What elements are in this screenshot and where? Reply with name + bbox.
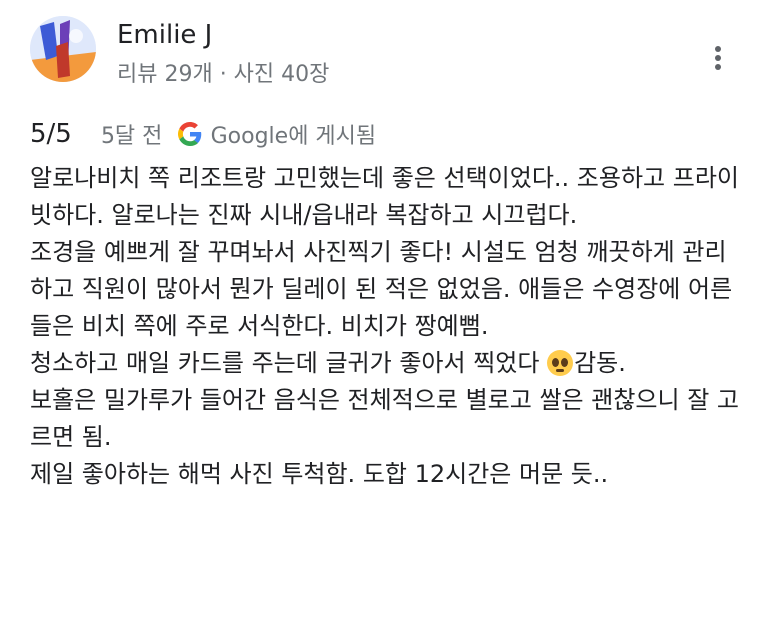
avatar-photo	[30, 16, 96, 82]
review-paragraph-part: 감동.	[574, 349, 626, 377]
review-paragraph: 조경을 예쁘게 잘 꾸며놔서 사진찍기 좋다! 시설도 엄청 깨끗하게 관리하고…	[30, 238, 733, 340]
review-paragraph: 보홀은 밀가루가 들어간 음식은 전체적으로 별로고 쌀은 괜찮으니 잘 고르면…	[30, 386, 739, 451]
more-vert-icon[interactable]	[708, 40, 728, 76]
review-paragraph: 제일 좋아하는 해먹 사진 투척함. 도합 12시간은 머문 듯..	[30, 460, 609, 488]
review-paragraph: 알로나비치 쪽 리조트랑 고민했는데 좋은 선택이었다.. 조용하고 프라이빗하…	[30, 164, 739, 229]
review-source: Google에 게시됨	[210, 124, 377, 149]
pleading-face-emoji	[547, 350, 574, 376]
review-meta-row: 5/5 5달 전 Google에 게시됨	[30, 118, 376, 154]
reviewer-stats: 리뷰 29개 · 사진 40장	[117, 62, 330, 87]
review-header: Emilie J 리뷰 29개 · 사진 40장	[30, 16, 740, 87]
review-text: 알로나비치 쪽 리조트랑 고민했는데 좋은 선택이었다.. 조용하고 프라이빗하…	[30, 160, 745, 493]
reviewer-avatar[interactable]	[30, 16, 96, 82]
review-paragraph-part: 청소하고 매일 카드를 주는데 글귀가 좋아서 찍었다	[30, 349, 540, 377]
rating-score: 5/5	[30, 119, 72, 149]
google-g-icon	[177, 122, 201, 146]
reviewer-name[interactable]: Emilie J	[117, 20, 212, 50]
review-paragraph-with-emoji: 청소하고 매일 카드를 주는데 글귀가 좋아서 찍었다 감동.	[30, 345, 745, 382]
review-time-ago: 5달 전	[100, 124, 163, 149]
